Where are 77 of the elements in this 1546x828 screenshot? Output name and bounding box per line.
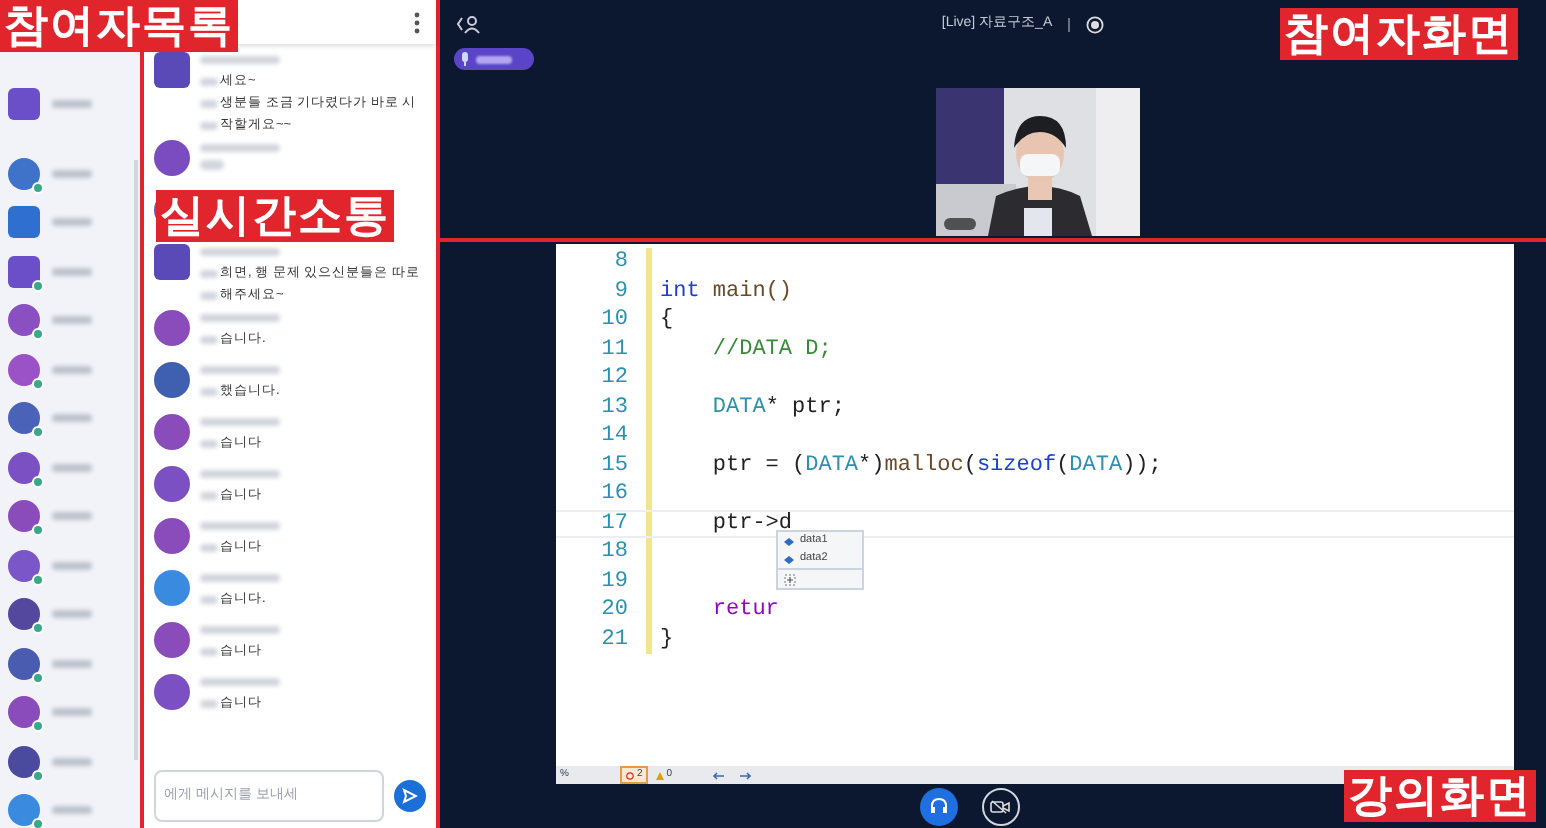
line-number: 8 xyxy=(612,248,628,277)
blurred-sender xyxy=(200,366,280,374)
line-number: 16 xyxy=(599,480,628,509)
back-arrow-icon[interactable] xyxy=(712,771,725,779)
line-number: 11 xyxy=(599,335,628,364)
blurred-sender xyxy=(200,626,280,634)
code-line: ptr->d xyxy=(710,509,793,538)
blurred-text xyxy=(200,699,218,707)
annotation-label: 강의화면 xyxy=(1344,770,1536,822)
code-line: //DATA D; xyxy=(710,335,832,364)
code-line: ptr = (DATA*)malloc(sizeof(DATA)); xyxy=(710,451,1162,480)
code-line: DATA* ptr; xyxy=(710,393,845,422)
blurred-name xyxy=(52,659,92,668)
name-tag xyxy=(944,218,976,230)
blurred-name xyxy=(52,316,92,325)
headset-button[interactable] xyxy=(919,787,957,825)
blurred-name xyxy=(52,100,92,109)
blurred-sender xyxy=(200,144,280,152)
line-number: 13 xyxy=(599,393,628,422)
annotation-label: 참여자목록 xyxy=(0,0,238,52)
code-line: { xyxy=(660,306,674,335)
send-icon xyxy=(402,787,418,803)
line-number: 9 xyxy=(612,277,628,306)
participants-icon[interactable] xyxy=(456,14,480,34)
code-line: int main() xyxy=(660,277,793,306)
error-icon xyxy=(626,771,635,779)
line-number: 18 xyxy=(599,538,628,567)
blurred-name xyxy=(52,414,92,423)
line-number: 15 xyxy=(599,451,628,480)
line-number: 12 xyxy=(599,364,628,393)
blurred-text xyxy=(200,491,218,499)
blurred-name xyxy=(52,169,92,178)
blurred-name xyxy=(52,610,92,619)
blurred-sender xyxy=(200,470,280,478)
code-line: } xyxy=(660,625,674,654)
blurred-sender xyxy=(200,574,280,582)
blurred-name xyxy=(52,757,92,766)
blurred-sender xyxy=(200,248,280,256)
blurred-text xyxy=(200,595,218,603)
line-number: 19 xyxy=(599,567,628,596)
blurred-text xyxy=(200,439,218,447)
annotation-label: 참여자화면 xyxy=(1280,8,1518,60)
line-number: 17 xyxy=(599,509,628,538)
record-icon[interactable] xyxy=(1086,15,1105,33)
filter-icon[interactable] xyxy=(784,573,796,585)
blurred-sender xyxy=(200,678,280,686)
blurred-name xyxy=(52,708,92,717)
line-number: 14 xyxy=(599,422,628,451)
blurred-sender xyxy=(200,522,280,530)
camera-button[interactable] xyxy=(981,787,1019,825)
forward-arrow-icon[interactable] xyxy=(740,771,753,779)
blurred-name xyxy=(52,463,92,472)
annotation-label: 실시간소통 xyxy=(156,190,394,242)
blurred-sender xyxy=(200,56,280,64)
blurred-name xyxy=(52,806,92,815)
blurred-text xyxy=(200,160,224,170)
code-line: retur xyxy=(710,596,779,625)
headset-icon xyxy=(929,798,947,814)
mic-icon xyxy=(460,52,470,66)
blurred-sender xyxy=(200,314,280,322)
line-number: 20 xyxy=(599,596,628,625)
blurred-name xyxy=(52,365,92,374)
line-number: 21 xyxy=(599,625,628,654)
blurred-sender xyxy=(200,418,280,426)
blurred-name xyxy=(52,218,92,227)
more-icon[interactable] xyxy=(414,11,420,33)
blurred-name xyxy=(52,512,92,521)
send-button[interactable] xyxy=(394,779,426,811)
line-number: 10 xyxy=(599,306,628,335)
blurred-text xyxy=(200,335,218,343)
blurred-text xyxy=(200,647,218,655)
blurred-text xyxy=(200,543,218,551)
blurred-text xyxy=(200,387,218,395)
blurred-name xyxy=(52,267,92,276)
blurred-name xyxy=(52,561,92,570)
warning-icon xyxy=(656,771,665,779)
camera-off-icon xyxy=(990,799,1010,813)
